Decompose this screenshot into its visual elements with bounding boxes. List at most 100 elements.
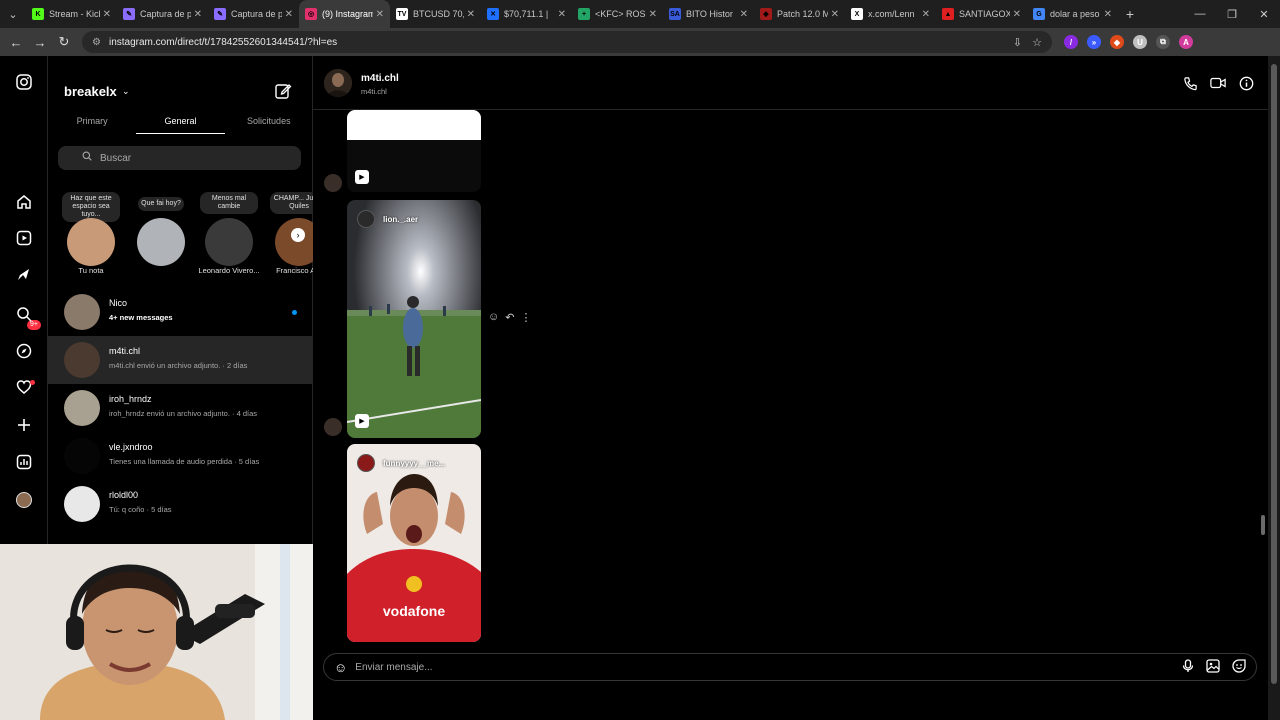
url-text: instagram.com/direct/t/17842552601344541…: [108, 36, 338, 48]
card-author-name[interactable]: lion._.aer: [383, 215, 418, 224]
sticker-icon[interactable]: [1232, 658, 1246, 676]
browser-tab[interactable]: TV BTCUSD 70, ✕: [390, 0, 481, 28]
browser-tab[interactable]: + <KFC> ROS ✕: [572, 0, 663, 28]
tab-close-icon[interactable]: ✕: [831, 9, 839, 20]
site-info-icon[interactable]: ⚙: [92, 37, 101, 48]
note-item[interactable]: Que fai hoy?: [130, 192, 192, 266]
home-icon[interactable]: [14, 192, 34, 212]
note-item[interactable]: CHAMP... Justin Quiles Francisco Are: [268, 192, 313, 275]
avatar: [64, 438, 100, 474]
messages-icon[interactable]: [14, 264, 34, 284]
reply-icon[interactable]: ↶: [505, 311, 514, 324]
create-plus-icon[interactable]: [14, 415, 34, 435]
profile-avatar-icon[interactable]: [14, 490, 34, 510]
note-bubble: Que fai hoy?: [138, 197, 184, 211]
browser-tab[interactable]: Gdolar a peso ✕: [1027, 0, 1118, 28]
extension-icon[interactable]: A: [1179, 35, 1193, 49]
conversation-item[interactable]: rloldl00 Tú: q coño · 5 días: [48, 480, 313, 528]
inbox-tab[interactable]: General: [136, 110, 225, 134]
install-app-icon[interactable]: ⇩: [1013, 36, 1022, 49]
more-options-icon[interactable]: ⋮: [520, 311, 531, 324]
instagram-logo-icon[interactable]: [14, 72, 34, 92]
tab-close-icon[interactable]: ✕: [1104, 9, 1112, 20]
conversation-item[interactable]: m4ti.chl m4ti.chl envió un archivo adjunt…: [48, 336, 313, 384]
reload-icon[interactable]: ↻: [52, 34, 76, 50]
notes-next-arrow-icon[interactable]: ›: [291, 228, 305, 242]
browser-tab[interactable]: SA BITO Histor ✕: [663, 0, 754, 28]
extension-icon[interactable]: ◆: [1110, 35, 1124, 49]
chat-scrollbar[interactable]: [1259, 110, 1267, 646]
browser-tab[interactable]: ✎ Captura de p ✕: [117, 0, 208, 28]
close-window-icon[interactable]: ✕: [1248, 8, 1280, 21]
tab-favicon-icon: X: [851, 8, 863, 20]
new-message-icon[interactable]: [274, 82, 292, 100]
browser-tab[interactable]: ▲ SANTIAGOX ✕: [936, 0, 1027, 28]
new-tab-button[interactable]: +: [1118, 6, 1142, 22]
tab-close-icon[interactable]: ✕: [194, 9, 202, 20]
tab-close-icon[interactable]: ✕: [467, 9, 475, 20]
emoji-picker-icon[interactable]: ☺: [334, 660, 347, 675]
reels-icon[interactable]: [14, 228, 34, 248]
browser-tab[interactable]: Xx.com/Lenn ✕: [845, 0, 936, 28]
browser-tab-bar: ⌄ K Stream - Kick ✕ ✎ Captura de p ✕ ✎ Captura …: [0, 0, 1280, 28]
tab-close-icon[interactable]: ✕: [103, 9, 111, 20]
browser-tab[interactable]: ✕ $70,711.1 | ✕: [481, 0, 572, 28]
browser-tab[interactable]: K Stream - Kick ✕: [26, 0, 117, 28]
tab-search-icon[interactable]: ⌄: [0, 0, 26, 28]
conversation-item[interactable]: Nico 4+ new messages: [48, 288, 313, 336]
message-composer[interactable]: ☺ Enviar mensaje...: [323, 653, 1257, 681]
conversation-item[interactable]: iroh_hrndz iroh_hrndz envió un archivo ad…: [48, 384, 313, 432]
browser-tab[interactable]: ◎ (9) Instagram ✕: [299, 0, 390, 28]
chevron-down-icon[interactable]: ⌄: [122, 86, 130, 97]
message-input[interactable]: Enviar mensaje...: [355, 662, 1182, 673]
extension-icon[interactable]: »: [1087, 35, 1101, 49]
phone-call-icon[interactable]: [1182, 75, 1198, 91]
shared-reel-card[interactable]: ▶: [347, 110, 481, 192]
shared-reel-card[interactable]: lion._.aer ▶: [347, 200, 481, 438]
conversation-item[interactable]: vle.jxndroo Tienes una llamada de audio p…: [48, 432, 313, 480]
bookmark-star-icon[interactable]: ☆: [1032, 36, 1042, 49]
explore-icon[interactable]: [14, 341, 34, 361]
page-scrollbar[interactable]: [1268, 56, 1280, 720]
account-switcher[interactable]: breakelx: [64, 84, 117, 99]
voice-message-icon[interactable]: [1182, 658, 1194, 676]
tab-close-icon[interactable]: ✕: [285, 9, 293, 20]
forward-icon[interactable]: →: [28, 35, 52, 50]
tab-close-icon[interactable]: ✕: [558, 9, 566, 20]
add-photo-icon[interactable]: [1206, 658, 1220, 676]
browser-tab[interactable]: ◆ Patch 12.0 M ✕: [754, 0, 845, 28]
react-emoji-icon[interactable]: ☺: [488, 311, 499, 324]
back-icon[interactable]: ←: [4, 35, 28, 50]
note-item[interactable]: Menos mal cambie Leonardo Vivero...: [198, 192, 260, 275]
sender-avatar[interactable]: [324, 174, 342, 192]
extension-icon[interactable]: /: [1064, 35, 1078, 49]
card-author-name[interactable]: funnyyyy__me...: [383, 459, 445, 468]
notes-strip: Haz que este espacio sea tuyo... Tu nota Q…: [48, 192, 313, 278]
note-item[interactable]: Haz que este espacio sea tuyo... Tu nota: [60, 192, 122, 275]
inbox-tab[interactable]: Primary: [48, 110, 136, 134]
video-call-icon[interactable]: [1210, 75, 1226, 91]
sender-avatar[interactable]: [324, 418, 342, 436]
chat-avatar[interactable]: [324, 69, 352, 97]
conversation-info-icon[interactable]: [1238, 75, 1254, 91]
tab-close-icon[interactable]: ✕: [922, 9, 930, 20]
tab-close-icon[interactable]: ✕: [649, 9, 657, 20]
minimize-icon[interactable]: —: [1184, 8, 1216, 20]
inbox-tab[interactable]: Solicitudes: [225, 110, 313, 134]
inbox-tabs: Primary General Solicitudes: [48, 110, 313, 134]
shared-post-card[interactable]: vodafone funnyyyy__me...: [347, 444, 481, 642]
extension-icon[interactable]: ⧉: [1156, 35, 1170, 49]
url-input[interactable]: ⚙ instagram.com/direct/t/178425526013445…: [82, 31, 1052, 53]
restore-icon[interactable]: ❐: [1216, 8, 1248, 21]
browser-tab[interactable]: ✎ Captura de p ✕: [208, 0, 299, 28]
chat-contact-name[interactable]: m4ti.chl: [361, 73, 399, 84]
extension-icon[interactable]: U: [1133, 35, 1147, 49]
tab-close-icon[interactable]: ✕: [376, 9, 384, 20]
dashboard-icon[interactable]: [14, 452, 34, 472]
tab-close-icon[interactable]: ✕: [740, 9, 748, 20]
tab-favicon-icon: +: [578, 8, 590, 20]
search-input[interactable]: Buscar: [58, 146, 301, 170]
search-icon[interactable]: [14, 304, 34, 324]
tab-favicon-icon: K: [32, 8, 44, 20]
tab-close-icon[interactable]: ✕: [1013, 9, 1021, 20]
